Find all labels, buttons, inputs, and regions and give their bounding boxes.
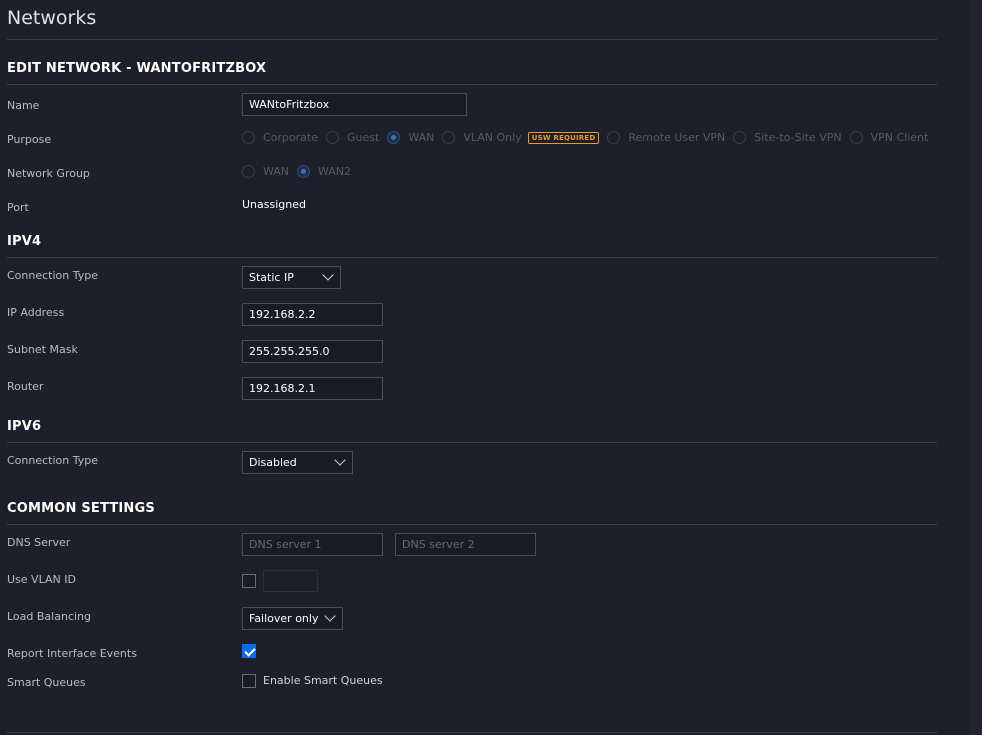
divider (7, 257, 937, 258)
dns-server-label: DNS Server (7, 536, 71, 549)
radio-checked-icon (387, 131, 401, 144)
ipv6-section-title: IPV6 (7, 419, 42, 434)
divider (7, 39, 937, 40)
radio-icon (607, 131, 621, 144)
dns-server-2-input[interactable] (395, 533, 536, 556)
network-group-label: Network Group (7, 167, 90, 180)
purpose-option-vpn-client[interactable]: VPN Client (849, 131, 928, 144)
dns-server-1-input[interactable] (242, 533, 383, 556)
purpose-option-site-to-site-vpn[interactable]: Site-to-Site VPN (733, 131, 842, 144)
name-input[interactable] (242, 93, 467, 116)
load-balancing-label: Load Balancing (7, 610, 91, 623)
ip-address-label: IP Address (7, 306, 65, 319)
chevron-down-icon (322, 269, 334, 281)
ipv6-connection-type-value: Disabled (249, 456, 297, 469)
port-label: Port (7, 201, 29, 214)
radio-icon (242, 165, 255, 178)
chevron-down-icon (334, 454, 346, 466)
router-label: Router (7, 380, 44, 393)
load-balancing-select[interactable]: Failover only (242, 607, 343, 630)
ipv4-connection-type-select[interactable]: Static IP (242, 266, 341, 289)
radio-icon (733, 131, 747, 144)
report-interface-events-label: Report Interface Events (7, 647, 137, 660)
purpose-option-wan[interactable]: WAN (387, 131, 434, 144)
divider (7, 84, 937, 85)
ipv4-connection-type-label: Connection Type (7, 269, 99, 282)
use-vlan-id-checkbox[interactable] (242, 574, 256, 588)
use-vlan-id-label: Use VLAN ID (7, 573, 76, 586)
router-input[interactable] (242, 377, 383, 400)
subnet-mask-input[interactable] (242, 340, 383, 363)
purpose-option-remote-user-vpn[interactable]: Remote User VPN (607, 131, 725, 144)
smart-queues-label: Smart Queues (7, 676, 86, 689)
vlan-id-input[interactable] (263, 570, 318, 592)
ipv6-connection-type-label: Connection Type (7, 454, 99, 467)
ipv4-connection-type-value: Static IP (249, 271, 294, 284)
enable-smart-queues-checkbox[interactable] (242, 674, 256, 688)
ipv4-section-title: IPV4 (7, 234, 42, 249)
purpose-option-vlan-only[interactable]: VLAN Only (442, 131, 522, 144)
enable-smart-queues-label: Enable Smart Queues (263, 674, 383, 687)
divider (7, 524, 937, 525)
radio-icon (849, 131, 863, 144)
purpose-option-corporate[interactable]: Corporate (242, 131, 318, 144)
name-label: Name (7, 99, 40, 112)
common-settings-section-title: COMMON SETTINGS (7, 501, 155, 516)
network-group-radio-group: WAN WAN2 (242, 165, 359, 178)
purpose-radio-group: Corporate Guest WAN VLAN Only USW REQUIR… (242, 131, 936, 144)
report-interface-events-checkbox[interactable] (242, 644, 256, 658)
port-value: Unassigned (242, 198, 306, 211)
ipv6-connection-type-select[interactable]: Disabled (242, 451, 353, 474)
divider (7, 732, 937, 733)
divider (7, 442, 937, 443)
radio-icon (242, 131, 255, 144)
network-group-option-wan2[interactable]: WAN2 (297, 165, 351, 178)
usw-required-badge: USW REQUIRED (527, 131, 600, 144)
chevron-down-icon (324, 610, 336, 622)
purpose-option-guest[interactable]: Guest (326, 131, 379, 144)
load-balancing-value: Failover only (249, 612, 319, 625)
radio-icon (326, 131, 339, 144)
radio-checked-icon (297, 165, 311, 178)
scrollbar[interactable] (970, 0, 982, 735)
page-title: Networks (7, 7, 97, 29)
radio-icon (442, 131, 456, 144)
subnet-mask-label: Subnet Mask (7, 343, 78, 356)
network-group-option-wan[interactable]: WAN (242, 165, 289, 178)
edit-network-section-title: EDIT NETWORK - WANTOFRITZBOX (7, 61, 267, 76)
ip-address-input[interactable] (242, 303, 383, 326)
purpose-label: Purpose (7, 133, 52, 146)
